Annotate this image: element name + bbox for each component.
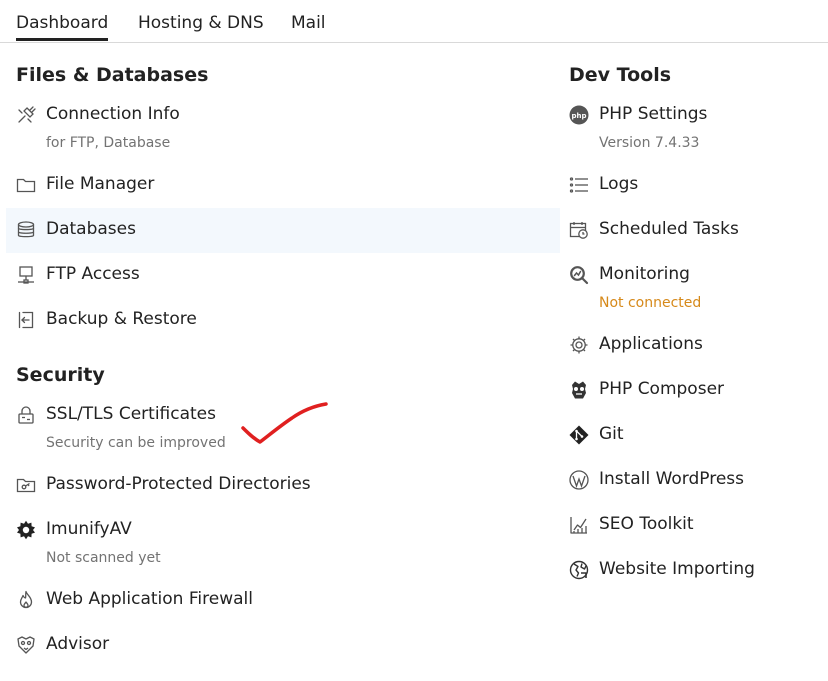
php-settings-label: PHP Settings: [599, 104, 708, 124]
install-wordpress-label: Install WordPress: [599, 469, 745, 489]
ssl-tls-label: SSL/TLS Certificates: [46, 404, 216, 424]
php-composer-item[interactable]: PHP Composer: [559, 368, 819, 413]
monitoring-status-sub: Not connected: [599, 295, 702, 311]
logs-item[interactable]: Logs: [559, 163, 819, 208]
monitoring-item[interactable]: Monitoring: [559, 253, 819, 298]
imunify-icon: [16, 520, 36, 540]
monitoring-label: Monitoring: [599, 264, 690, 284]
wordpress-icon: [569, 470, 589, 490]
backup-icon: [16, 310, 36, 330]
backup-restore-item[interactable]: Backup & Restore: [6, 298, 560, 343]
ftp-access-item[interactable]: FTP Access: [6, 253, 560, 298]
globe-import-icon: [569, 560, 589, 580]
folder-icon: [16, 175, 36, 195]
ssl-lock-icon: [16, 405, 36, 425]
section-title-dev-tools: Dev Tools: [569, 64, 672, 86]
applications-item[interactable]: Applications: [559, 323, 819, 368]
svg-text:php: php: [571, 112, 586, 120]
databases-item[interactable]: Databases: [6, 208, 560, 253]
gear-icon: [569, 335, 589, 355]
git-item[interactable]: Git: [559, 413, 819, 458]
seo-toolkit-item[interactable]: SEO Toolkit: [559, 503, 819, 548]
plug-icon: [16, 105, 36, 125]
protected-folder-icon: [16, 475, 36, 495]
php-version-sub: Version 7.4.33: [599, 135, 700, 151]
advisor-item[interactable]: Advisor: [6, 623, 560, 668]
connection-info-label: Connection Info: [46, 104, 180, 124]
password-protected-dirs-label: Password-Protected Directories: [46, 474, 311, 494]
databases-label: Databases: [46, 219, 136, 239]
git-icon: [569, 425, 589, 445]
logs-label: Logs: [599, 174, 639, 194]
tab-bar: Dashboard Hosting & DNS Mail: [0, 0, 828, 43]
monitoring-icon: [569, 265, 589, 285]
tab-hosting-dns[interactable]: Hosting & DNS: [138, 13, 264, 33]
php-settings-item[interactable]: php PHP Settings: [559, 93, 819, 138]
calendar-clock-icon: [569, 220, 589, 240]
php-icon: php: [569, 105, 589, 125]
database-icon: [16, 220, 36, 240]
install-wordpress-item[interactable]: Install WordPress: [559, 458, 819, 503]
seo-toolkit-label: SEO Toolkit: [599, 514, 694, 534]
advisor-label: Advisor: [46, 634, 110, 654]
ftp-access-label: FTP Access: [46, 264, 140, 284]
tab-dashboard[interactable]: Dashboard: [16, 13, 109, 41]
imunifyav-item[interactable]: ImunifyAV: [6, 508, 560, 553]
scheduled-tasks-label: Scheduled Tasks: [599, 219, 739, 239]
file-manager-item[interactable]: File Manager: [6, 163, 560, 208]
file-manager-label: File Manager: [46, 174, 155, 194]
imunifyav-label: ImunifyAV: [46, 519, 132, 539]
composer-icon: [569, 380, 589, 400]
red-checkmark-annotation: [241, 402, 328, 444]
advisor-icon: [16, 635, 36, 655]
tab-mail[interactable]: Mail: [291, 13, 326, 33]
applications-label: Applications: [599, 334, 703, 354]
list-icon: [569, 175, 589, 195]
scheduled-tasks-item[interactable]: Scheduled Tasks: [559, 208, 819, 253]
php-composer-label: PHP Composer: [599, 379, 725, 399]
website-importing-item[interactable]: Website Importing: [559, 548, 819, 593]
section-title-security: Security: [16, 364, 105, 386]
connection-info-sub: for FTP, Database: [46, 135, 171, 151]
web-application-firewall-item[interactable]: Web Application Firewall: [6, 578, 560, 623]
web-application-firewall-label: Web Application Firewall: [46, 589, 253, 609]
firewall-flame-icon: [16, 590, 36, 610]
connection-info-item[interactable]: Connection Info: [6, 93, 560, 138]
imunifyav-sub: Not scanned yet: [46, 550, 161, 566]
password-protected-dirs-item[interactable]: Password-Protected Directories: [6, 463, 560, 508]
backup-restore-label: Backup & Restore: [46, 309, 197, 329]
website-importing-label: Website Importing: [599, 559, 755, 579]
git-label: Git: [599, 424, 624, 444]
ssl-tls-sub: Security can be improved: [46, 435, 226, 451]
section-title-files-databases: Files & Databases: [16, 64, 209, 86]
seo-chart-icon: [569, 515, 589, 535]
ftp-network-icon: [16, 265, 36, 285]
